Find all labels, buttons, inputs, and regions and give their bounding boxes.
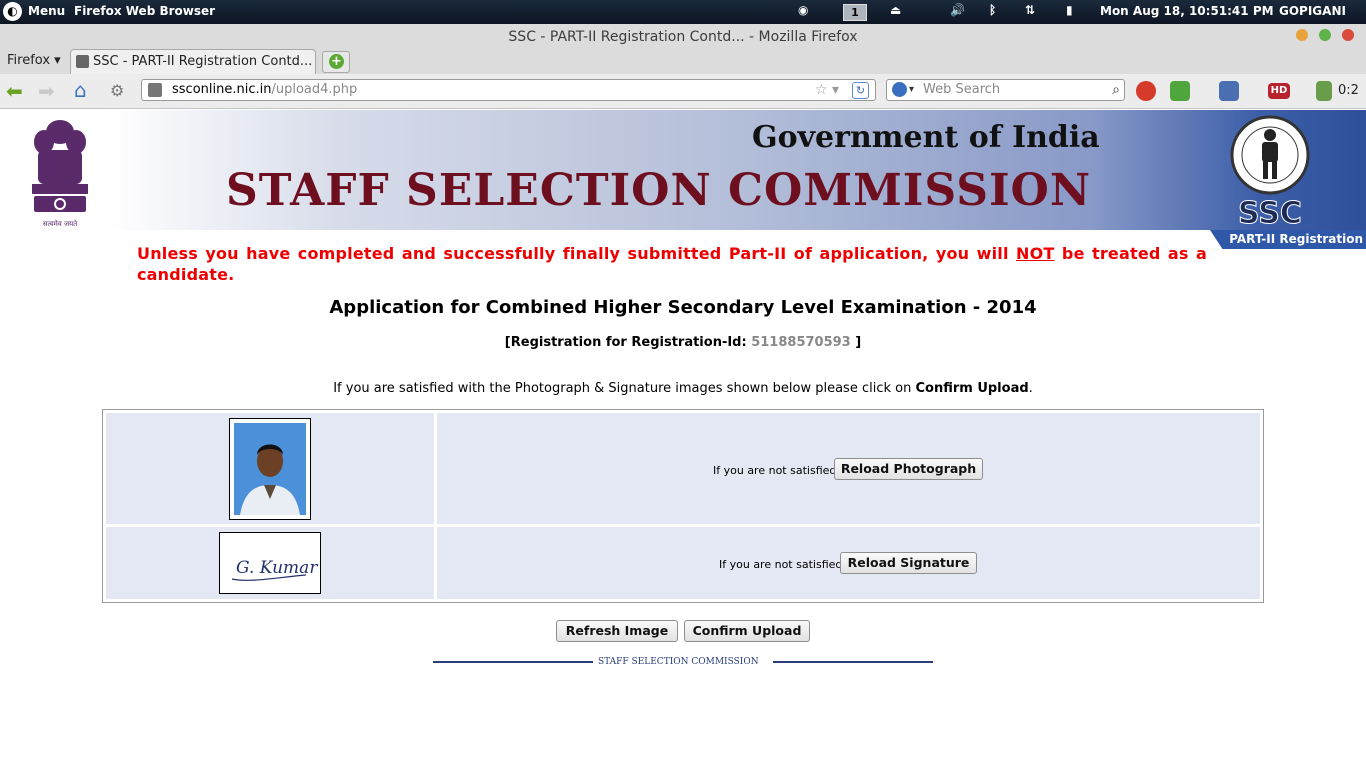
footer-divider-left [433,661,593,663]
warning-text-start: Unless you have completed and successful… [137,244,1017,263]
search-icon[interactable]: ⌕ [1112,80,1120,100]
footer-text: STAFF SELECTION COMMISSION [598,657,759,667]
warning-not: NOT [1016,244,1055,263]
url-bar[interactable]: ssconline.nic.in/upload4.php ☆ ▾ ↻ [141,79,876,101]
active-app-label: Firefox Web Browser [74,4,216,18]
network-icon[interactable]: ⇅ [1025,3,1035,17]
government-title: Government of India [752,120,1100,155]
registration-prefix: [Registration for Registration-Id: [504,335,752,350]
ssc-logo: SSC [1230,115,1310,229]
search-engine-dropdown-icon[interactable]: ▾ [909,80,914,100]
tab-title: SSC - PART-II Registration Contd... [93,54,313,69]
reload-photograph-button[interactable]: Reload Photograph [834,458,983,480]
signature-image: G. Kumar [219,532,321,594]
window-title: SSC - PART-II Registration Contd... - Mo… [0,24,1366,48]
hd-addon-icon[interactable]: HD [1268,83,1290,99]
addon-gear-icon[interactable]: ⚙ [110,81,124,101]
url-path: /upload4.php [271,82,358,97]
url-host: ssconline.nic.in [172,82,272,97]
eject-icon[interactable]: ⏏ [890,3,901,17]
commission-title: STAFF SELECTION COMMISSION [226,165,1092,216]
bookmark-star-icon[interactable]: ☆ ▾ [815,80,839,100]
site-identity-icon[interactable] [148,83,162,97]
footer-divider-right [773,661,933,663]
bluetooth-icon[interactable]: ᛒ [989,3,996,17]
instruction-text: If you are satisfied with the Photograph… [0,381,1366,396]
search-bar[interactable]: ▾ Web Search ⌕ [886,79,1125,101]
addon-counter: 0:2 [1338,83,1359,98]
emblem-motto: सत्यमेव जयते [43,219,78,228]
instruction-bold: Confirm Upload [915,381,1029,396]
signature-not-satisfied-label: If you are not satisfied [719,558,843,571]
instruction-start: If you are satisfied with the Photograph… [333,381,916,396]
warning-message: Unless you have completed and successful… [137,243,1207,285]
clock[interactable]: Mon Aug 18, 10:51:41 PM [1100,4,1274,18]
menu-logo-icon[interactable]: ◐ [3,2,22,21]
confirm-upload-button[interactable]: Confirm Upload [684,620,810,642]
photograph-image [229,418,311,520]
search-engine-icon[interactable] [892,82,907,97]
sync-addon-icon[interactable] [1170,81,1190,101]
home-icon[interactable]: ⌂ [74,80,87,100]
photograph-icon [234,423,306,515]
user-menu[interactable]: GOPIGANI [1279,4,1346,18]
battery-icon[interactable]: ▮ [1066,3,1073,17]
ssc-logo-text: SSC [1238,196,1302,229]
menu-button[interactable]: Menu [28,4,65,18]
forward-arrow-icon[interactable]: ➡ [38,81,55,101]
close-button[interactable] [1342,29,1354,41]
refresh-image-button[interactable]: Refresh Image [556,620,678,642]
firefox-menu-button[interactable]: Firefox ▾ [7,53,61,68]
desktop-panel: ◐ Menu Firefox Web Browser ◉ 1 ⏏ 🔊 ᛒ ⇅ ▮… [0,0,1366,24]
tab-active[interactable]: SSC - PART-II Registration Contd... [70,49,316,74]
volume-icon[interactable]: 🔊 [950,3,965,17]
signature-icon: G. Kumar [231,558,318,581]
new-tab-button[interactable]: + [322,51,350,73]
steam-icon[interactable]: ◉ [798,3,808,17]
reload-icon[interactable]: ↻ [852,82,869,99]
photo-not-satisfied-label: If you are not satisfied [713,464,837,477]
maximize-button[interactable] [1319,29,1331,41]
site-favicon-icon [76,55,89,68]
registration-id-line: [Registration for Registration-Id: 51188… [0,335,1366,350]
registration-id: 51188570593 [751,335,851,350]
star-addon-icon[interactable] [1219,81,1239,101]
instruction-end: . [1028,381,1033,396]
workspace-switcher[interactable]: 1 [843,4,867,21]
registration-suffix: ] [850,335,862,350]
part-ii-registration-tag: PART-II Registration [1210,230,1366,249]
search-placeholder: Web Search [923,82,1001,97]
reload-signature-button[interactable]: Reload Signature [840,552,977,574]
download-addon-icon[interactable] [1316,81,1332,101]
opera-addon-icon[interactable] [1136,81,1156,101]
application-title: Application for Combined Higher Secondar… [329,297,1037,318]
back-arrow-icon[interactable]: ⬅ [6,81,23,101]
minimize-button[interactable] [1296,29,1308,41]
plus-icon: + [329,54,344,69]
national-emblem-icon: सत्यमेव जयते [32,120,88,228]
